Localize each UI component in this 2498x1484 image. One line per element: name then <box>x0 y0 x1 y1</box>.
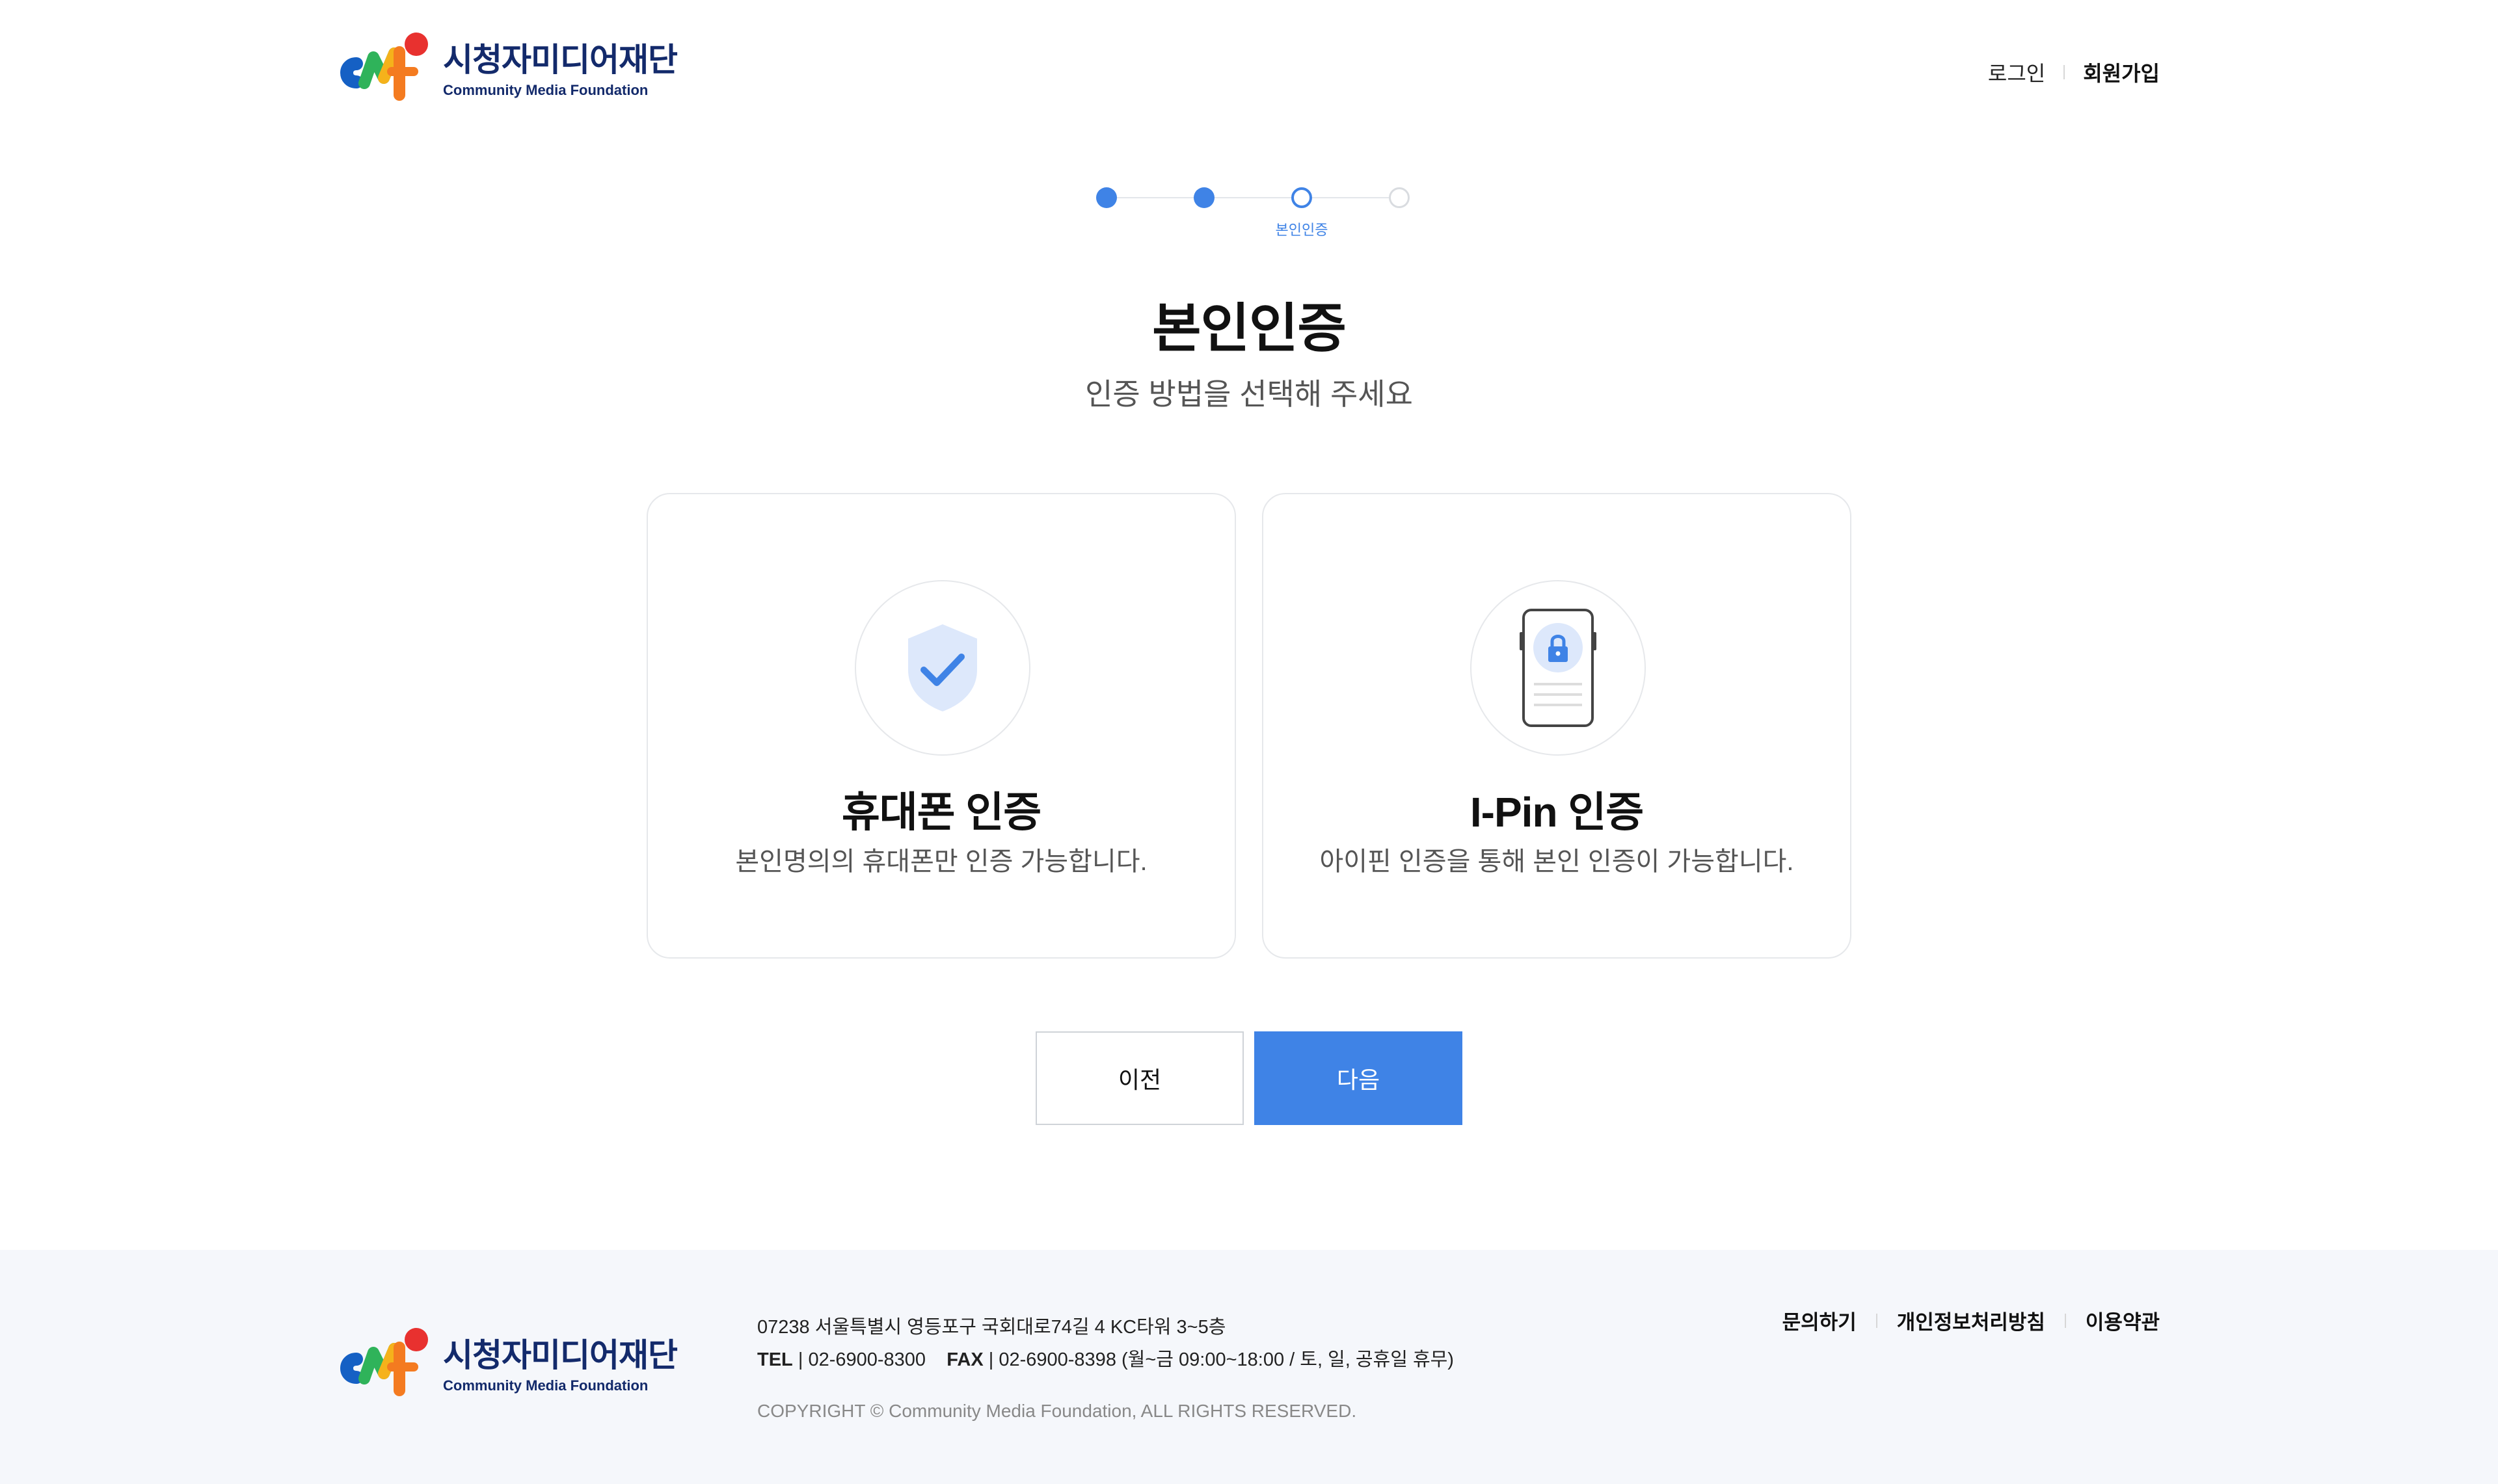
step-4-dot <box>1389 187 1410 208</box>
site-header: 시청자미디어재단 Community Media Foundation 로그인 … <box>0 0 2498 137</box>
prev-button[interactable]: 이전 <box>1036 1031 1244 1125</box>
terms-link[interactable]: 이용약관 <box>2086 1306 2160 1335</box>
signup-link[interactable]: 회원가입 <box>2083 57 2160 87</box>
page-subtitle: 인증 방법을 선택해 주세요 <box>1085 377 1413 411</box>
copyright: COPYRIGHT © Community Media Foundation, … <box>757 1401 1357 1421</box>
site-logo[interactable]: 시청자미디어재단 Community Media Foundation <box>337 31 678 109</box>
footer-logo-name-ko: 시청자미디어재단 <box>443 1336 678 1373</box>
phone-lock-icon <box>1470 580 1646 756</box>
shield-check-icon <box>855 580 1030 756</box>
ipin-auth-desc: 아이핀 인증을 통해 본인 인증이 가능합니다. <box>1319 847 1794 876</box>
footer-logo-name-en: Community Media Foundation <box>443 1377 649 1394</box>
privacy-policy-link[interactable]: 개인정보처리방침 <box>1897 1306 2045 1335</box>
site-footer: 시청자미디어재단 Community Media Foundation 0723… <box>0 1250 2498 1484</box>
logo-name-ko: 시청자미디어재단 <box>443 41 678 78</box>
login-link[interactable]: 로그인 <box>1988 57 2045 87</box>
logo-name-en: Community Media Foundation <box>443 81 649 98</box>
logo-mark-icon <box>337 31 431 109</box>
tel-label: TEL <box>757 1349 793 1370</box>
progress-stepper: 본인인증 <box>1096 187 1410 239</box>
phone-auth-desc: 본인명의의 휴대폰만 인증 가능합니다. <box>735 847 1148 876</box>
phone-auth-title: 휴대폰 인증 <box>841 789 1041 836</box>
footer-address: 07238 서울특별시 영등포구 국회대로74길 4 KC타워 3~5층 <box>757 1317 1226 1338</box>
ipin-auth-card[interactable]: I-Pin 인증 아이핀 인증을 통해 본인 인증이 가능합니다. <box>1262 493 1851 959</box>
footer-nav-divider <box>2064 1313 2066 1328</box>
footer-nav-divider <box>1875 1313 1877 1328</box>
current-step-label: 본인인증 <box>1275 222 1328 238</box>
footer-contact-info: 07238 서울특별시 영등포구 국회대로74길 4 KC타워 3~5층 TEL… <box>757 1311 1454 1376</box>
top-nav: 로그인 회원가입 <box>1988 57 2160 87</box>
phone-auth-card[interactable]: 휴대폰 인증 본인명의의 휴대폰만 인증 가능합니다. <box>647 493 1236 959</box>
footer-logo[interactable]: 시청자미디어재단 Community Media Foundation <box>337 1327 678 1405</box>
footer-phone-fax: TEL | 02-6900-8300 FAX | 02-6900-8398 (월… <box>757 1349 1454 1370</box>
step-3-dot <box>1291 187 1312 208</box>
ipin-auth-title: I-Pin 인증 <box>1470 789 1644 836</box>
step-connector <box>1215 197 1291 198</box>
step-1-dot <box>1096 187 1117 208</box>
footer-nav: 문의하기 개인정보처리방침 이용약관 <box>1782 1306 2160 1335</box>
next-button[interactable]: 다음 <box>1254 1031 1462 1125</box>
fax-number: 02-6900-8398 (월~금 09:00~18:00 / 토, 일, 공휴… <box>999 1349 1454 1370</box>
tel-number: 02-6900-8300 <box>808 1349 926 1370</box>
step-2-dot <box>1194 187 1215 208</box>
contact-link[interactable]: 문의하기 <box>1782 1306 1857 1335</box>
fax-label: FAX <box>947 1349 984 1370</box>
step-connector <box>1312 197 1389 198</box>
page-title: 본인인증 <box>1152 299 1347 358</box>
logo-mark-icon <box>337 1327 431 1405</box>
nav-divider <box>2063 65 2065 79</box>
step-connector <box>1117 197 1194 198</box>
